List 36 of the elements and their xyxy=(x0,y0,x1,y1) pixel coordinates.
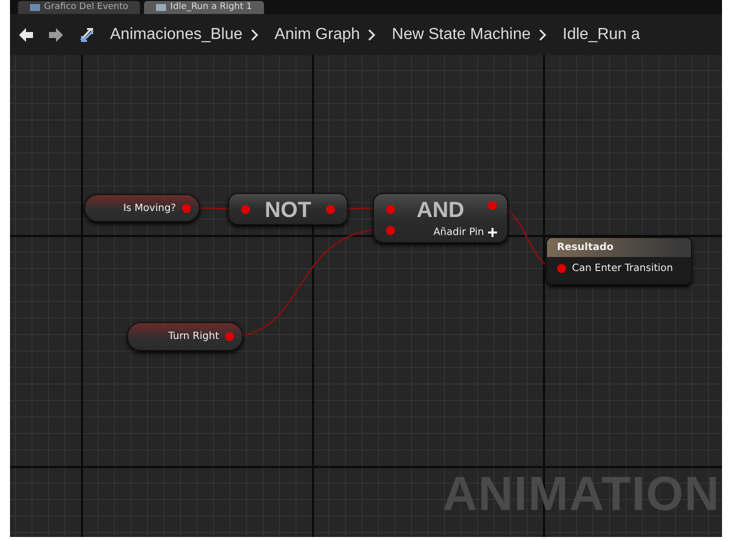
operator-label: AND xyxy=(416,197,466,223)
editor-tab[interactable]: Idle_Run a Right 1 xyxy=(144,1,264,14)
editor-tab[interactable]: Grafico Del Evento xyxy=(18,1,140,14)
breadcrumb-item[interactable]: Idle_Run a xyxy=(562,26,640,44)
pin-icon[interactable] xyxy=(326,205,335,214)
transition-icon xyxy=(78,26,96,44)
operator-label: NOT xyxy=(264,197,312,223)
chevron-icon xyxy=(368,28,376,40)
variable-name: Is Moving? xyxy=(123,202,176,214)
chevron-icon xyxy=(250,28,259,40)
chevron-icon xyxy=(538,28,547,40)
operator-node[interactable]: AND Añadir Pin xyxy=(373,193,508,243)
pin-icon[interactable] xyxy=(386,205,395,214)
back-arrow-icon[interactable] xyxy=(18,26,34,42)
variable-node[interactable]: Is Moving? xyxy=(84,194,200,222)
graph-icon xyxy=(156,3,166,12)
pin-icon[interactable] xyxy=(225,332,234,341)
pin-icon[interactable] xyxy=(488,201,497,210)
pin-label: Can Enter Transition xyxy=(572,263,674,274)
plus-icon xyxy=(488,228,497,237)
result-node[interactable]: Resultado Can Enter Transition xyxy=(546,237,692,285)
pin-icon[interactable] xyxy=(557,264,566,273)
pin-icon[interactable] xyxy=(241,205,250,214)
operator-node[interactable]: NOT xyxy=(228,193,348,225)
variable-name: Turn Right xyxy=(168,331,219,342)
graph-icon xyxy=(30,3,40,12)
node-header: Resultado xyxy=(547,238,691,257)
breadcrumb-item[interactable]: New State Machine xyxy=(392,26,531,44)
breadcrumb-item[interactable]: Anim Graph xyxy=(274,26,360,44)
breadcrumb-item[interactable]: Animaciones_Blue xyxy=(110,26,243,44)
variable-node[interactable]: Turn Right xyxy=(127,322,243,351)
pin-icon[interactable] xyxy=(182,204,191,212)
watermark-text: ANIMATION xyxy=(442,467,720,522)
add-pin-button[interactable]: Añadir Pin xyxy=(433,227,497,238)
pin-icon[interactable] xyxy=(386,226,395,235)
forward-arrow-icon[interactable] xyxy=(48,26,64,42)
